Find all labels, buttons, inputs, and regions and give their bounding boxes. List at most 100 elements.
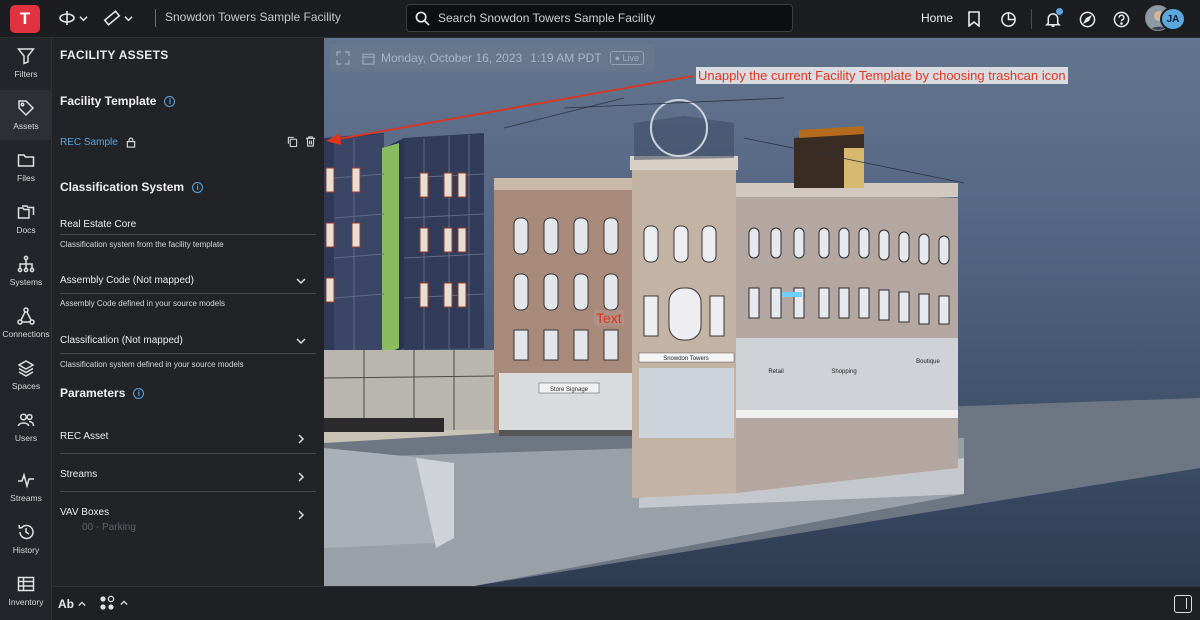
rail-item-assets[interactable]: Assets bbox=[0, 90, 52, 140]
chevron-down-icon bbox=[79, 15, 88, 21]
rail-item-filters[interactable]: Filters bbox=[0, 38, 52, 88]
row-divider bbox=[60, 353, 316, 354]
chevron-up-icon bbox=[78, 601, 86, 607]
store-signage-label: Store Signage bbox=[550, 387, 589, 393]
lock-icon bbox=[126, 137, 136, 148]
toolbar-divider bbox=[155, 9, 156, 27]
users-icon bbox=[17, 413, 35, 427]
classification-row-subtitle: Assembly Code defined in your source mod… bbox=[60, 299, 225, 308]
dashboard-button[interactable] bbox=[997, 8, 1019, 30]
bookmark-button[interactable] bbox=[963, 8, 985, 30]
help-icon bbox=[1113, 11, 1129, 27]
section-heading-text: Facility Template bbox=[60, 94, 157, 108]
copy-icon[interactable] bbox=[287, 136, 298, 147]
info-icon[interactable]: i bbox=[192, 181, 204, 193]
text-style-button[interactable]: Ab bbox=[58, 597, 86, 611]
info-icon[interactable]: i bbox=[164, 95, 176, 107]
rail-item-connections[interactable]: Connections bbox=[0, 298, 52, 348]
rail-item-label: Filters bbox=[14, 69, 38, 79]
measure-tool-button[interactable] bbox=[103, 9, 133, 27]
classification-row-subtitle: Classification system defined in your so… bbox=[60, 360, 244, 369]
ruler-icon bbox=[103, 10, 121, 26]
classification-row-title[interactable]: Assembly Code (Not mapped) bbox=[60, 275, 194, 286]
orbit-tool-button[interactable] bbox=[58, 9, 88, 27]
docs-icon bbox=[17, 205, 35, 219]
tag-icon bbox=[18, 100, 35, 117]
chevron-down-icon[interactable] bbox=[296, 276, 306, 286]
rail-item-label: Users bbox=[14, 433, 38, 443]
chevron-up-icon bbox=[120, 600, 128, 606]
rail-item-users[interactable]: Users bbox=[0, 402, 52, 452]
rail-item-systems[interactable]: Systems bbox=[0, 246, 52, 296]
live-badge-label: Live bbox=[622, 53, 640, 63]
shopping-sign-label: Shopping bbox=[831, 369, 856, 375]
history-icon bbox=[18, 524, 34, 540]
classification-row-title[interactable]: Real Estate Core bbox=[60, 219, 136, 230]
boutique-sign-label: Boutique bbox=[916, 359, 940, 365]
explore-button[interactable] bbox=[1076, 8, 1098, 30]
expand-icon[interactable] bbox=[336, 51, 350, 65]
row-divider bbox=[60, 234, 316, 235]
filter-icon bbox=[17, 48, 35, 65]
rail-item-docs[interactable]: Docs bbox=[0, 194, 52, 244]
classification-row-subtitle: Classification system from the facility … bbox=[60, 240, 224, 249]
bookmark-icon bbox=[968, 11, 980, 27]
parameter-row[interactable]: REC Asset bbox=[60, 431, 108, 442]
connections-icon bbox=[17, 307, 35, 325]
orbit-icon bbox=[59, 11, 75, 25]
rail-item-label: Spaces bbox=[11, 381, 41, 391]
rail-item-files[interactable]: Files bbox=[0, 142, 52, 192]
user-initials-avatar[interactable]: JA bbox=[1160, 7, 1186, 31]
live-badge[interactable]: ● Live bbox=[609, 51, 645, 65]
timeline-date: Monday, October 16, 2023 bbox=[381, 51, 523, 65]
markers-button[interactable] bbox=[98, 594, 128, 612]
notification-dot bbox=[1056, 8, 1063, 15]
parameter-row[interactable]: VAV Boxes bbox=[60, 507, 109, 518]
help-button[interactable] bbox=[1110, 8, 1132, 30]
panel-title: FACILITY ASSETS bbox=[60, 48, 169, 62]
annotation-callout: Unapply the current Facility Template by… bbox=[696, 67, 1068, 84]
chevron-down-icon[interactable] bbox=[296, 336, 306, 346]
notifications-button[interactable] bbox=[1042, 8, 1064, 30]
row-divider bbox=[60, 491, 316, 492]
app-logo[interactable]: T bbox=[10, 5, 40, 33]
rail-item-label: Streams bbox=[10, 493, 42, 503]
pie-chart-icon bbox=[1000, 11, 1016, 27]
chevron-right-icon[interactable] bbox=[296, 472, 306, 482]
folder-icon bbox=[17, 154, 35, 167]
template-name-link[interactable]: REC Sample bbox=[60, 137, 118, 148]
rail-item-label: Systems bbox=[9, 277, 43, 287]
search-box[interactable] bbox=[406, 4, 793, 32]
building-model[interactable]: Store Signage Snowdon Towers Retail Shop… bbox=[324, 38, 1200, 586]
retail-sign-label: Retail bbox=[768, 369, 783, 375]
rail-item-inventory[interactable]: Inventory bbox=[0, 566, 52, 616]
info-icon[interactable]: i bbox=[133, 387, 145, 399]
search-input[interactable] bbox=[438, 11, 768, 25]
search-icon bbox=[415, 11, 430, 26]
classification-row-title[interactable]: Classification (Not mapped) bbox=[60, 335, 183, 346]
bottom-toolbar: Ab bbox=[52, 586, 1200, 620]
calendar-icon bbox=[362, 53, 375, 65]
chevron-down-icon bbox=[124, 15, 133, 21]
timeline-bar[interactable]: Monday, October 16, 2023 1:19 AM PDT ● L… bbox=[330, 44, 654, 72]
chevron-right-icon[interactable] bbox=[296, 510, 306, 520]
model-viewport[interactable]: Store Signage Snowdon Towers Retail Shop… bbox=[324, 38, 1200, 586]
rail-item-label: Connections bbox=[2, 329, 50, 339]
markers-icon bbox=[100, 595, 115, 610]
rail-item-history[interactable]: History bbox=[0, 514, 52, 564]
row-divider bbox=[60, 293, 316, 294]
trash-icon[interactable] bbox=[305, 136, 316, 147]
timeline-time: 1:19 AM PDT bbox=[530, 51, 602, 65]
parameters-heading: Parameters i bbox=[60, 386, 145, 400]
left-navigation-rail: Filters Assets Files Docs Systems Connec… bbox=[0, 38, 52, 620]
panel-toggle-icon[interactable] bbox=[1174, 595, 1192, 613]
facility-template-row[interactable]: REC Sample bbox=[60, 133, 318, 151]
rail-item-streams[interactable]: Streams bbox=[0, 462, 52, 512]
rail-item-spaces[interactable]: Spaces bbox=[0, 350, 52, 400]
table-icon bbox=[17, 576, 35, 592]
facility-name[interactable]: Snowdon Towers Sample Facility bbox=[165, 10, 341, 24]
home-link[interactable]: Home bbox=[921, 11, 953, 25]
pulse-icon bbox=[18, 472, 34, 489]
chevron-right-icon[interactable] bbox=[296, 434, 306, 444]
parameter-row[interactable]: Streams bbox=[60, 469, 97, 480]
